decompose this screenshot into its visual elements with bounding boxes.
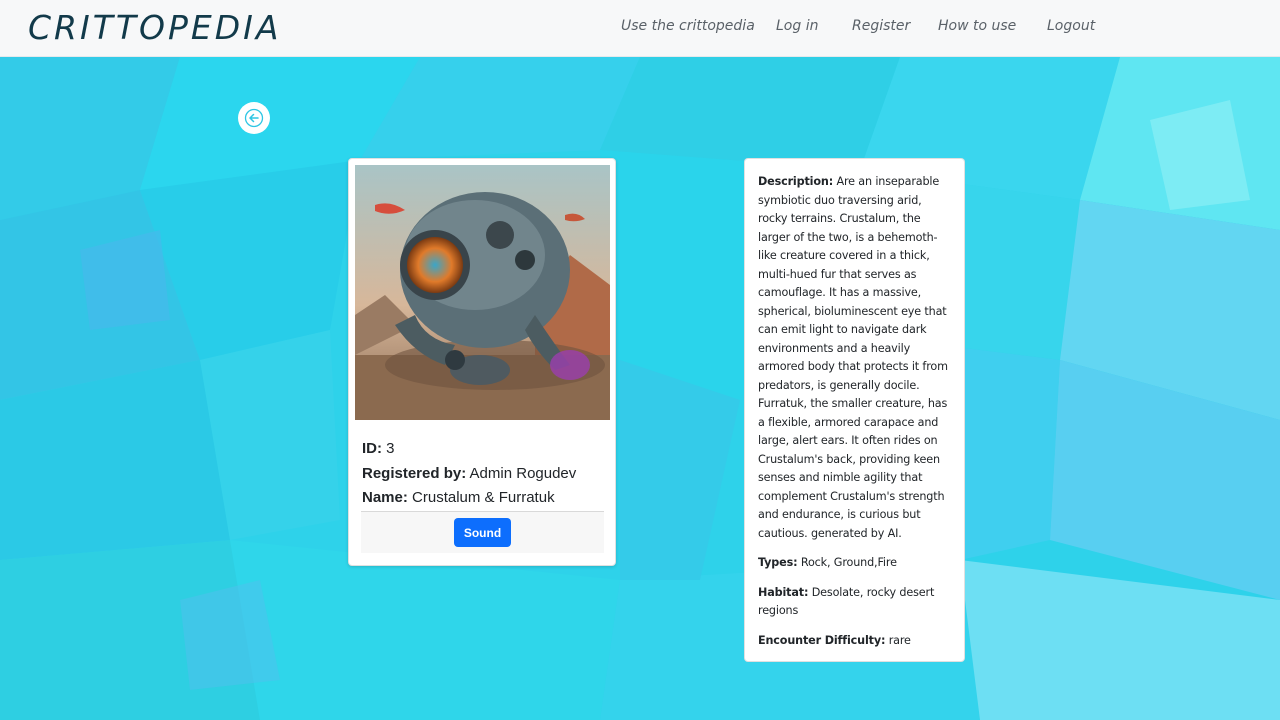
brand-logo[interactable]: CRITTOPEDIA [28, 8, 281, 47]
name-label: Name: [362, 489, 408, 506]
description-value: Are an inseparable symbiotic duo travers… [758, 175, 948, 540]
description-card: Description: Are an inseparable symbioti… [744, 158, 965, 662]
id-value: 3 [386, 440, 395, 457]
difficulty-block: Encounter Difficulty: rare [758, 632, 952, 651]
arrow-left-icon [244, 108, 264, 128]
nav-register[interactable]: Register [852, 18, 910, 34]
difficulty-value: rare [888, 633, 911, 647]
background-pattern [0, 0, 1280, 720]
sound-button[interactable]: Sound [454, 518, 511, 547]
registered-label: Registered by: [362, 464, 467, 482]
id-label: ID: [362, 440, 382, 457]
habitat-label: Habitat: [758, 585, 809, 599]
registered-value: Admin Rogudev [469, 464, 577, 482]
creature-name-row: Name: Crustalum & Furratuk [362, 488, 607, 513]
back-button[interactable] [238, 102, 270, 134]
creature-id-row: ID: 3 [362, 439, 607, 464]
top-navbar: CRITTOPEDIA Use the crittopedia Log in R… [0, 0, 1280, 57]
nav-use-crittopedia[interactable]: Use the crittopedia [621, 18, 755, 34]
nav-logout[interactable]: Logout [1047, 18, 1095, 34]
habitat-block: Habitat: Desolate, rocky desert regions [758, 584, 952, 621]
registered-by-row: Registered by: Admin Rogudev [362, 464, 607, 489]
creature-card: ID: 3 Registered by: Admin Rogudev Name:… [348, 158, 616, 566]
description-label: Description: [758, 175, 834, 188]
types-value: Rock, Ground,Fire [800, 556, 897, 569]
creature-image [355, 165, 610, 420]
nav-how-to-use[interactable]: How to use [938, 18, 1016, 34]
name-value: Crustalum & Furratuk [412, 489, 555, 506]
difficulty-label: Encounter Difficulty: [758, 633, 886, 647]
types-block: Types: Rock, Ground,Fire [758, 554, 952, 573]
description-block: Description: Are an inseparable symbioti… [758, 173, 952, 543]
card-footer: Sound [361, 511, 604, 553]
nav-log-in[interactable]: Log in [776, 18, 818, 34]
creature-info: ID: 3 Registered by: Admin Rogudev Name:… [362, 439, 607, 513]
types-label: Types: [758, 556, 798, 569]
